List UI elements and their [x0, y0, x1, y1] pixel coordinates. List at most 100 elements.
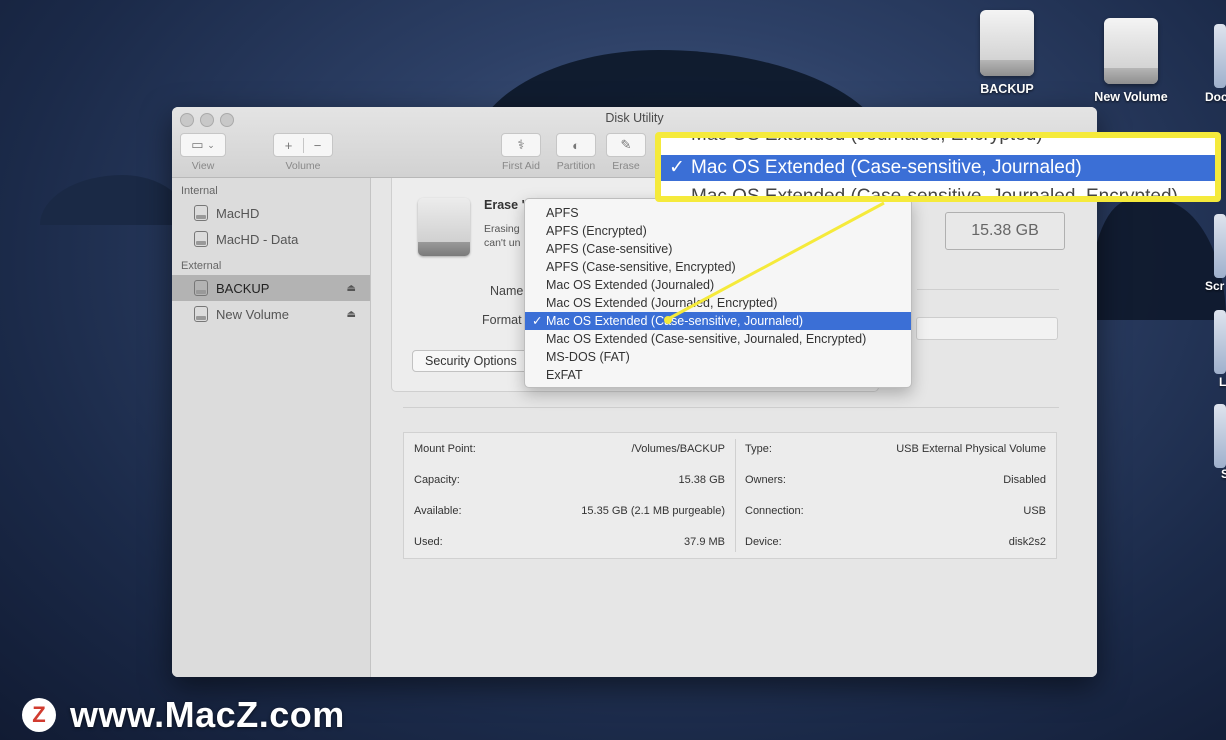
desktop-icon-backup[interactable]: BACKUP — [952, 10, 1062, 96]
sidebar-header-internal: Internal — [181, 185, 218, 197]
sidebar-header-external: External — [181, 260, 222, 272]
sidebar-item-machd-data[interactable]: MacHD - Data — [172, 226, 370, 252]
internal-disk-icon — [194, 231, 208, 247]
checkmark-icon: ✓ — [669, 157, 685, 178]
info-row: Owners: Disabled — [745, 470, 1046, 490]
desktop-icon-label: Scr — [1205, 279, 1225, 293]
drive-icon — [1104, 18, 1158, 84]
menu-item-apfs-case-sensitive-encrypted[interactable]: APFS (Case-sensitive, Encrypted) — [525, 258, 911, 276]
info-key: Used: — [414, 536, 443, 548]
divider — [403, 407, 1059, 408]
callout-option-label: Mac OS Extended (Case-sensitive, Journal… — [691, 157, 1082, 178]
info-row: Type: USB External Physical Volume — [745, 439, 1046, 459]
format-label: Format — [482, 313, 522, 327]
zoom-callout: Mac OS Extended (Journaled, Encrypted) ✓… — [655, 132, 1221, 202]
external-drive-icon — [418, 198, 470, 256]
menu-item-apfs-encrypted[interactable]: APFS (Encrypted) — [525, 222, 911, 240]
info-key: Connection: — [745, 505, 804, 517]
desktop-icon-partial-scr[interactable] — [1214, 214, 1226, 278]
info-key: Device: — [745, 536, 782, 548]
menu-item-hfs-journaled-encrypted[interactable]: Mac OS Extended (Journaled, Encrypted) — [525, 294, 911, 312]
volume-info-table: Mount Point: /Volumes/BACKUP Capacity: 15.… — [403, 432, 1057, 559]
drive-icon — [980, 10, 1034, 76]
info-value: USB External Physical Volume — [896, 443, 1046, 455]
info-value: /Volumes/BACKUP — [631, 443, 725, 455]
sidebar-item-label: MacHD - Data — [216, 231, 299, 247]
info-column-right: Type: USB External Physical Volume Owners… — [735, 433, 1056, 558]
remove-volume-button[interactable]: − — [304, 138, 332, 153]
toolbar-first-aid[interactable]: ⚕ First Aid — [501, 133, 541, 172]
info-column-left: Mount Point: /Volumes/BACKUP Capacity: 15.… — [404, 433, 735, 558]
volume-buttons: + − — [273, 133, 333, 157]
erase-description-line: Erasing — [484, 223, 520, 235]
info-key: Type: — [745, 443, 772, 455]
toolbar-erase[interactable]: ✎ Erase — [606, 133, 646, 172]
window-title: Disk Utility — [605, 111, 664, 125]
sidebar-item-label: BACKUP — [216, 280, 270, 296]
sidebar: Internal MacHD MacHD - Data External BAC… — [172, 178, 371, 677]
sidebar-item-label: New Volume — [216, 306, 289, 322]
first-aid-label: First Aid — [502, 160, 540, 172]
external-disk-icon — [194, 280, 208, 296]
callout-option-selected: ✓ Mac OS Extended (Case-sensitive, Journ… — [661, 155, 1215, 181]
info-key: Capacity: — [414, 474, 460, 486]
view-button[interactable]: ▭ ⌄ — [180, 133, 226, 157]
divider — [917, 289, 1059, 290]
menu-item-exfat[interactable]: ExFAT — [525, 366, 911, 384]
desktop-icon-new-volume[interactable]: New Volume — [1076, 18, 1186, 104]
info-key: Owners: — [745, 474, 786, 486]
info-row: Available: 15.35 GB (2.1 MB purgeable) — [414, 501, 725, 521]
menu-item-ms-dos-fat[interactable]: MS-DOS (FAT) — [525, 348, 911, 366]
eject-icon[interactable]: ⏏ — [347, 309, 356, 320]
view-label: View — [191, 160, 215, 172]
erase-label: Erase — [612, 160, 640, 172]
erase-description-line: can't un — [484, 237, 521, 249]
desktop-icon-label: New Volume — [1094, 90, 1168, 104]
callout-option-above: Mac OS Extended (Journaled, Encrypted) — [691, 132, 1043, 145]
menu-item-apfs-case-sensitive[interactable]: APFS (Case-sensitive) — [525, 240, 911, 258]
desktop-icon-label: BACKUP — [980, 82, 1034, 96]
partition-label: Partition — [556, 160, 596, 172]
desktop-icon-partial-l[interactable] — [1214, 310, 1226, 374]
sidebar-item-new-volume[interactable]: New Volume ⏏ — [172, 301, 370, 327]
stethoscope-icon: ⚕ — [501, 133, 541, 157]
toolbar-partition[interactable]: ◐ Partition — [556, 133, 596, 172]
partition-pie-icon: ◐ — [556, 133, 596, 157]
info-value: Disabled — [1003, 474, 1046, 486]
info-row: Capacity: 15.38 GB — [414, 470, 725, 490]
capacity-display: 15.38 GB — [945, 212, 1065, 250]
name-label: Name — [490, 284, 524, 298]
info-key: Mount Point: — [414, 443, 476, 455]
volume-label: Volume — [285, 160, 321, 172]
erase-sheet-description: Erasing can't un — [484, 222, 529, 250]
info-row: Connection: USB — [745, 501, 1046, 521]
info-row: Used: 37.9 MB — [414, 532, 725, 552]
eject-icon[interactable]: ⏏ — [347, 283, 356, 294]
macz-logo-icon: Z — [22, 698, 56, 732]
info-value: 15.38 GB — [678, 474, 725, 486]
toolbar-volume-group: + − Volume — [273, 133, 333, 172]
desktop-wallpaper-cliff — [1090, 200, 1226, 320]
desktop-icon-partial-s[interactable] — [1214, 404, 1226, 468]
desktop-icon-partial-doc[interactable] — [1214, 24, 1226, 88]
menu-item-hfs-case-sensitive-journaled-encrypted[interactable]: Mac OS Extended (Case-sensitive, Journal… — [525, 330, 911, 348]
desktop-icon-label: S — [1221, 467, 1226, 481]
info-row: Device: disk2s2 — [745, 532, 1046, 552]
info-value: 37.9 MB — [684, 536, 725, 548]
external-disk-icon — [194, 306, 208, 322]
add-volume-button[interactable]: + — [275, 137, 304, 153]
checkmark-icon: ✓ — [532, 314, 543, 328]
menu-item-hfs-journaled[interactable]: Mac OS Extended (Journaled) — [525, 276, 911, 294]
callout-option-below: Mac OS Extended (Case-sensitive, Journal… — [691, 186, 1178, 202]
sidebar-item-label: MacHD — [216, 205, 260, 221]
erase-sheet-title: Erase " — [484, 198, 528, 212]
sidebar-icon: ▭ — [191, 137, 204, 152]
internal-disk-icon — [194, 205, 208, 221]
usage-bar — [916, 317, 1058, 340]
watermark: Z www.MacZ.com — [22, 694, 345, 736]
sidebar-item-machd[interactable]: MacHD — [172, 200, 370, 226]
desktop-icon-label: Doc — [1205, 90, 1226, 104]
menu-item-hfs-case-sensitive-journaled[interactable]: ✓ Mac OS Extended (Case-sensitive, Journ… — [525, 312, 911, 330]
menu-item-apfs[interactable]: APFS — [525, 204, 911, 222]
sidebar-item-backup[interactable]: BACKUP ⏏ — [172, 275, 370, 301]
